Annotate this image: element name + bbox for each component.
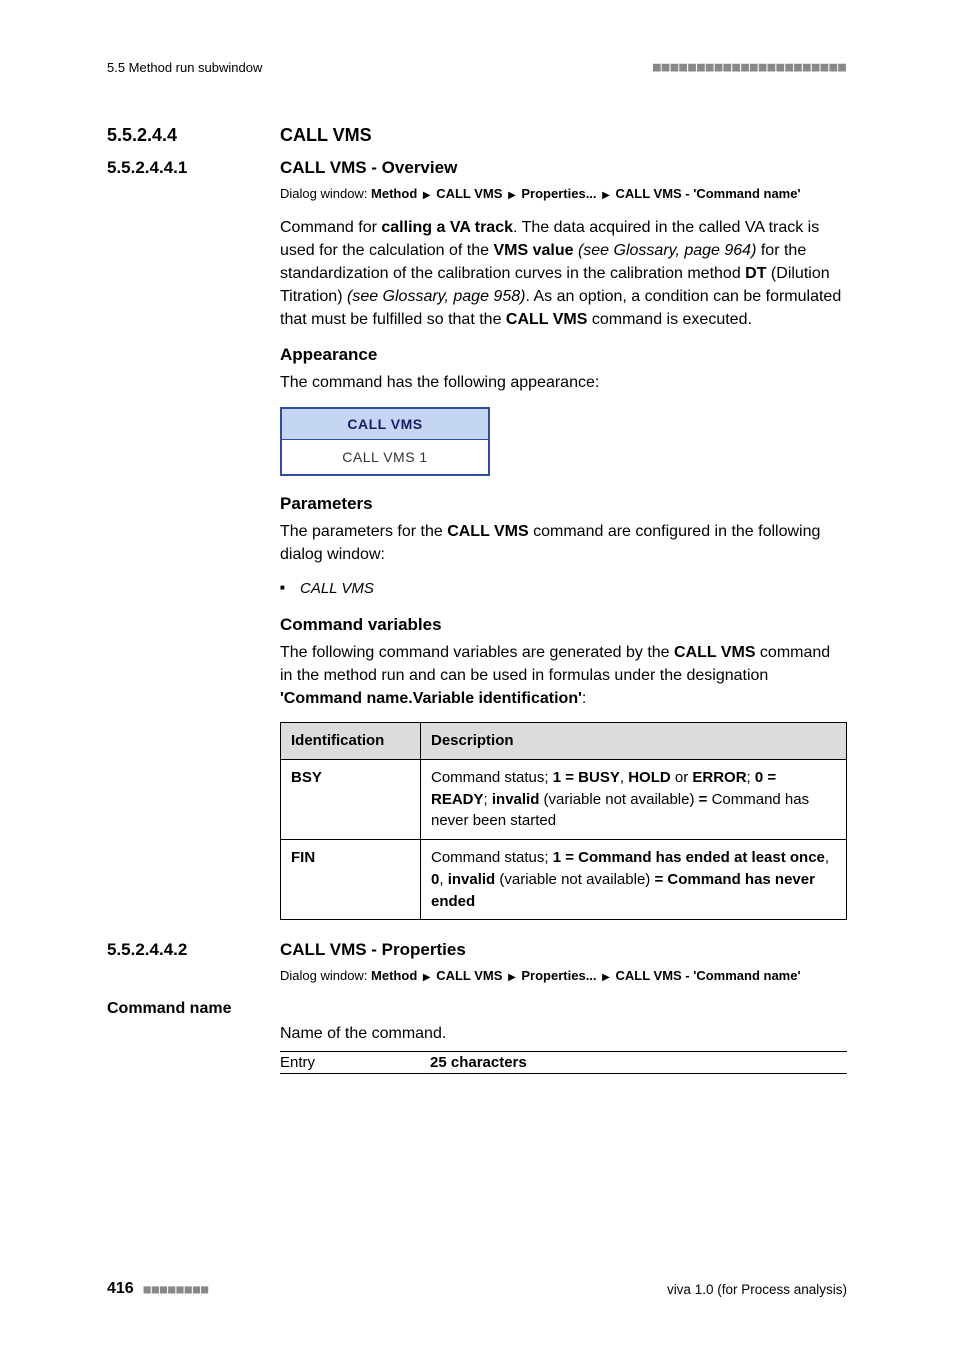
parameters-list: CALL VMS: [280, 578, 847, 601]
parameters-text: The parameters for the CALL VMS command …: [280, 520, 847, 566]
table-row: FIN Command status; 1 = Command has ende…: [281, 840, 847, 920]
chevron-right-icon: ▶: [506, 190, 518, 201]
chevron-right-icon: ▶: [600, 190, 612, 201]
header-decoration: ■■■■■■■■■■■■■■■■■■■■■■: [653, 60, 847, 75]
cmdvar-heading: Command variables: [280, 615, 847, 635]
subsection-heading: 5.5.2.4.4.2 CALL VMS - Properties: [107, 940, 847, 960]
page-number: 416: [107, 1280, 134, 1297]
dialog-path-part: CALL VMS: [436, 186, 502, 201]
chevron-right-icon: ▶: [421, 972, 433, 983]
subsection-title: CALL VMS - Properties: [280, 940, 466, 960]
list-item: CALL VMS: [280, 578, 847, 601]
running-header: 5.5 Method run subwindow ■■■■■■■■■■■■■■■…: [107, 60, 847, 75]
var-identification: BSY: [281, 759, 421, 839]
page-footer: 416 ■■■■■■■■ viva 1.0 (for Process analy…: [107, 1280, 847, 1298]
dialog-path-part: CALL VMS: [436, 968, 502, 983]
chevron-right-icon: ▶: [421, 190, 433, 201]
command-name-text: Name of the command.: [280, 1022, 847, 1045]
cmdvar-text: The following command variables are gene…: [280, 641, 847, 711]
section-number: 5.5.2.4.4: [107, 125, 242, 146]
dialog-path-part: CALL VMS - 'Command name': [615, 186, 800, 201]
chevron-right-icon: ▶: [506, 972, 518, 983]
table-header-cell: Identification: [281, 723, 421, 760]
subsection-heading: 5.5.2.4.4.1 CALL VMS - Overview: [107, 158, 847, 178]
section-heading: 5.5.2.4.4 CALL VMS: [107, 125, 847, 146]
overview-paragraph: Command for calling a VA track. The data…: [280, 216, 847, 332]
entry-value: 25 characters: [430, 1054, 527, 1071]
dialog-path: Dialog window: Method ▶ CALL VMS ▶ Prope…: [280, 184, 847, 204]
running-title: 5.5 Method run subwindow: [107, 60, 262, 75]
subsection-number: 5.5.2.4.4.2: [107, 940, 242, 960]
dialog-path-part: CALL VMS - 'Command name': [615, 968, 800, 983]
callvms-block-header: CALL VMS: [282, 409, 488, 440]
dialog-path-label: Dialog window:: [280, 968, 371, 983]
dialog-path-part: Properties...: [521, 186, 596, 201]
appearance-text: The command has the following appearance…: [280, 371, 847, 394]
dialog-path: Dialog window: Method ▶ CALL VMS ▶ Prope…: [280, 966, 847, 986]
parameters-heading: Parameters: [280, 494, 847, 514]
appearance-heading: Appearance: [280, 345, 847, 365]
dialog-path-label: Dialog window:: [280, 186, 371, 201]
entry-row: Entry 25 characters: [280, 1051, 847, 1074]
table-header-cell: Description: [421, 723, 847, 760]
command-name-label: Command name: [107, 1000, 847, 1018]
table-header-row: Identification Description: [281, 723, 847, 760]
footer-doc-title: viva 1.0 (for Process analysis): [667, 1282, 847, 1297]
subsection-title: CALL VMS - Overview: [280, 158, 457, 178]
entry-label: Entry: [280, 1054, 430, 1071]
callvms-block-body: CALL VMS 1: [282, 440, 488, 474]
var-description: Command status; 1 = BUSY, HOLD or ERROR;…: [421, 759, 847, 839]
dialog-path-part: Method: [371, 186, 417, 201]
dialog-path-part: Method: [371, 968, 417, 983]
var-description: Command status; 1 = Command has ended at…: [421, 840, 847, 920]
subsection-number: 5.5.2.4.4.1: [107, 158, 242, 178]
footer-left: 416 ■■■■■■■■: [107, 1280, 209, 1298]
callvms-appearance-block: CALL VMS CALL VMS 1: [280, 407, 490, 476]
var-identification: FIN: [281, 840, 421, 920]
footer-decoration: ■■■■■■■■: [143, 1282, 209, 1296]
table-row: BSY Command status; 1 = BUSY, HOLD or ER…: [281, 759, 847, 839]
command-variables-table: Identification Description BSY Command s…: [280, 722, 847, 920]
section-title: CALL VMS: [280, 125, 372, 146]
chevron-right-icon: ▶: [600, 972, 612, 983]
dialog-path-part: Properties...: [521, 968, 596, 983]
